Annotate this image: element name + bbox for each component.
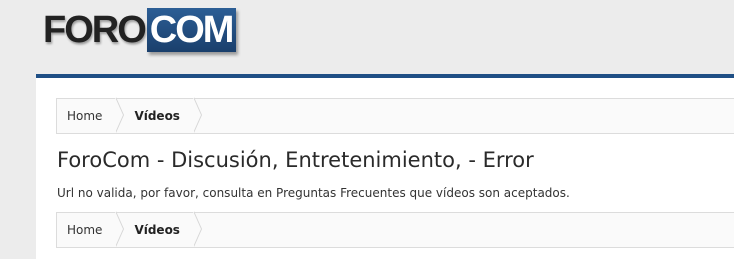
page-title: ForoCom - Discusión, Entretenimiento, - … [57,148,534,172]
breadcrumb-item-home[interactable]: Home [57,211,125,248]
logo-text-com: COM [146,8,237,52]
breadcrumb-separator-fill [115,211,124,247]
breadcrumb-item-videos[interactable]: Vídeos [116,211,202,248]
breadcrumb-label: Home [67,109,103,123]
breadcrumb-separator-fill [115,97,124,133]
breadcrumb-item-videos[interactable]: Vídeos [116,97,202,134]
breadcrumb-label: Vídeos [134,109,180,123]
breadcrumb-item-home[interactable]: Home [57,97,125,134]
logo-text-foro: FORO [43,9,147,51]
breadcrumb-label: Home [67,223,103,237]
main-content: Home Vídeos ForoCom - Discusión, Entrete… [36,78,734,259]
forocom-logo[interactable]: FORO COM [41,8,237,52]
breadcrumb-separator-fill [192,211,201,247]
error-message: Url no valida, por favor, consulta en Pr… [57,186,570,200]
breadcrumb-separator-fill [192,97,201,133]
breadcrumb-bottom: Home Vídeos [56,211,734,248]
site-header: FORO COM [0,0,734,74]
breadcrumb-label: Vídeos [134,223,180,237]
breadcrumb-top: Home Vídeos [56,97,734,134]
